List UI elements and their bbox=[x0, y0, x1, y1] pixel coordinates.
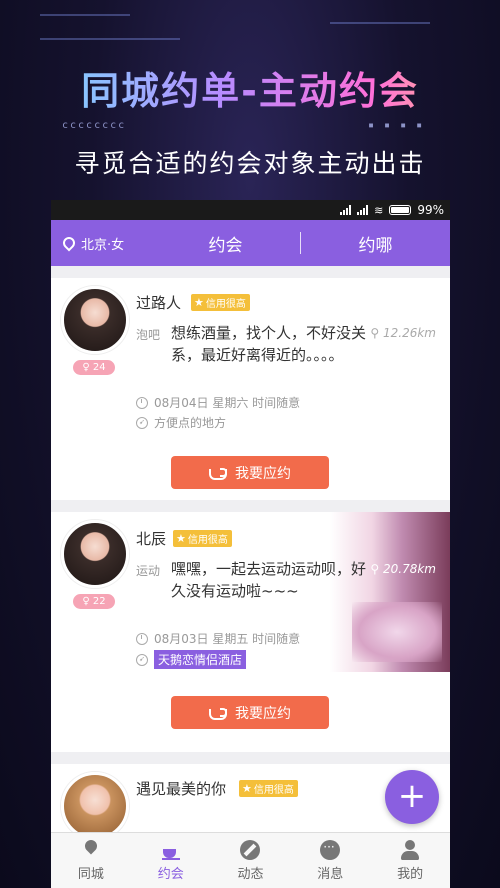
chat-bubble-icon bbox=[320, 839, 341, 860]
clock-icon bbox=[136, 396, 148, 409]
nav-item-profile[interactable]: 我的 bbox=[370, 833, 450, 888]
promo-title: 同城约单-主动约会 bbox=[0, 60, 500, 115]
gender-age-badge: ♀ 22 bbox=[73, 594, 115, 609]
star-icon: ★ bbox=[242, 782, 252, 795]
gender-age-badge: ♀ 24 bbox=[73, 360, 115, 375]
coffee-cup-icon bbox=[209, 706, 227, 720]
date-description: 想练酒量，找个人，不好没关系，最近好离得近的。。。。 bbox=[171, 324, 367, 364]
date-description: 嘿嘿，一起去运动运动呗，好久没有运动啦~~~ bbox=[171, 560, 367, 600]
venue: ➹ 天鹅恋情侣酒店 bbox=[136, 650, 247, 669]
phone-screen: ≋ 99% 北京·女 约会 约哪 ♀ 24 过路人 ★ 信用很高 泡吧 想练酒量… bbox=[51, 200, 450, 888]
date-time: 08月03日 星期五 时间随意 bbox=[136, 630, 300, 647]
top-bar: 北京·女 约会 约哪 bbox=[51, 220, 450, 266]
star-icon: ★ bbox=[176, 532, 186, 545]
nav-label: 约会 bbox=[157, 866, 184, 882]
location-pin-icon: ⚲ bbox=[370, 326, 380, 340]
nav-item-dating[interactable]: 约会 bbox=[131, 833, 211, 888]
apply-button-label: 我要应约 bbox=[235, 465, 291, 482]
location-pin-icon bbox=[81, 840, 101, 860]
coffee-cup-icon bbox=[161, 840, 181, 860]
distance-value: 12.26km bbox=[383, 326, 436, 340]
user-name: 过路人 bbox=[136, 294, 182, 312]
credit-badge: ★ 信用很高 bbox=[239, 780, 298, 797]
battery-level: 99% bbox=[417, 203, 444, 217]
status-bar: ≋ 99% bbox=[51, 200, 450, 220]
tab-where[interactable]: 约哪 bbox=[301, 231, 450, 256]
date-time: 08月04日 星期六 时间随意 bbox=[136, 394, 300, 411]
credit-label: 信用很高 bbox=[187, 535, 228, 546]
nav-item-messages[interactable]: 消息 bbox=[290, 833, 370, 888]
nav-label: 动态 bbox=[237, 866, 264, 882]
credit-badge: ★ 信用很高 bbox=[173, 530, 232, 547]
compass-icon bbox=[240, 839, 261, 860]
signal-icon bbox=[340, 205, 352, 215]
date-card[interactable]: ♀ 24 过路人 ★ 信用很高 泡吧 想练酒量，找个人，不好没关系，最近好离得近… bbox=[51, 278, 450, 500]
venue-text: 方便点的地方 bbox=[154, 416, 227, 430]
compass-icon: ➹ bbox=[136, 653, 148, 666]
promo-subtitle: 寻觅合适的约会对象主动出击 bbox=[74, 149, 426, 178]
distance: ⚲ 20.78km bbox=[370, 562, 436, 576]
credit-label: 信用很高 bbox=[205, 299, 246, 310]
star-icon: ★ bbox=[194, 296, 204, 309]
nav-item-local[interactable]: 同城 bbox=[51, 833, 131, 888]
tab-dating[interactable]: 约会 bbox=[151, 231, 300, 256]
nav-label: 同城 bbox=[77, 866, 104, 882]
apply-button-label: 我要应约 bbox=[235, 705, 291, 722]
clock-icon bbox=[136, 632, 148, 645]
location-label: 北京·女 bbox=[81, 237, 125, 253]
date-time-text: 08月04日 星期六 时间随意 bbox=[154, 396, 301, 410]
nav-label: 消息 bbox=[317, 866, 344, 882]
user-name: 遇见最美的你 bbox=[136, 780, 227, 798]
add-date-button[interactable]: + bbox=[385, 770, 439, 824]
apply-button[interactable]: 我要应约 bbox=[171, 456, 329, 489]
dots-right: ▪ ▪ ▪ ▪ bbox=[368, 120, 425, 131]
nav-item-moments[interactable]: 动态 bbox=[211, 833, 291, 888]
location-selector[interactable]: 北京·女 bbox=[51, 234, 151, 253]
dots-left: cccccccc bbox=[62, 120, 127, 131]
hud-line bbox=[40, 38, 180, 40]
location-pin-icon bbox=[60, 234, 78, 252]
avatar[interactable] bbox=[61, 772, 129, 840]
category-label: 运动 bbox=[136, 564, 161, 578]
venue-badge[interactable]: 天鹅恋情侣酒店 bbox=[154, 650, 247, 669]
user-name: 北辰 bbox=[136, 530, 167, 548]
venue: ➹ 方便点的地方 bbox=[136, 414, 226, 431]
nav-label: 我的 bbox=[397, 866, 424, 882]
bottom-nav: 同城 约会 动态 消息 我的 bbox=[51, 832, 450, 888]
date-time-text: 08月03日 星期五 时间随意 bbox=[154, 632, 301, 646]
credit-badge: ★ 信用很高 bbox=[191, 294, 250, 311]
credit-label: 信用很高 bbox=[253, 785, 294, 796]
battery-icon bbox=[389, 205, 412, 215]
apply-button[interactable]: 我要应约 bbox=[171, 696, 329, 729]
coffee-cup-icon bbox=[209, 466, 227, 480]
wifi-icon: ≋ bbox=[374, 203, 384, 217]
avatar[interactable] bbox=[61, 286, 129, 354]
hud-line bbox=[330, 22, 430, 24]
avatar[interactable] bbox=[61, 520, 129, 588]
category-label: 泡吧 bbox=[136, 328, 161, 342]
hud-line bbox=[40, 14, 130, 16]
compass-icon: ➹ bbox=[136, 416, 148, 429]
distance-value: 20.78km bbox=[383, 562, 436, 576]
date-card[interactable]: ♀ 22 北辰 ★ 信用很高 运动 嘿嘿，一起去运动运动呗，好久没有运动啦~~~… bbox=[51, 512, 450, 752]
user-icon bbox=[400, 839, 420, 860]
location-pin-icon: ⚲ bbox=[370, 562, 380, 576]
signal-icon bbox=[357, 205, 369, 215]
distance: ⚲ 12.26km bbox=[370, 326, 436, 340]
